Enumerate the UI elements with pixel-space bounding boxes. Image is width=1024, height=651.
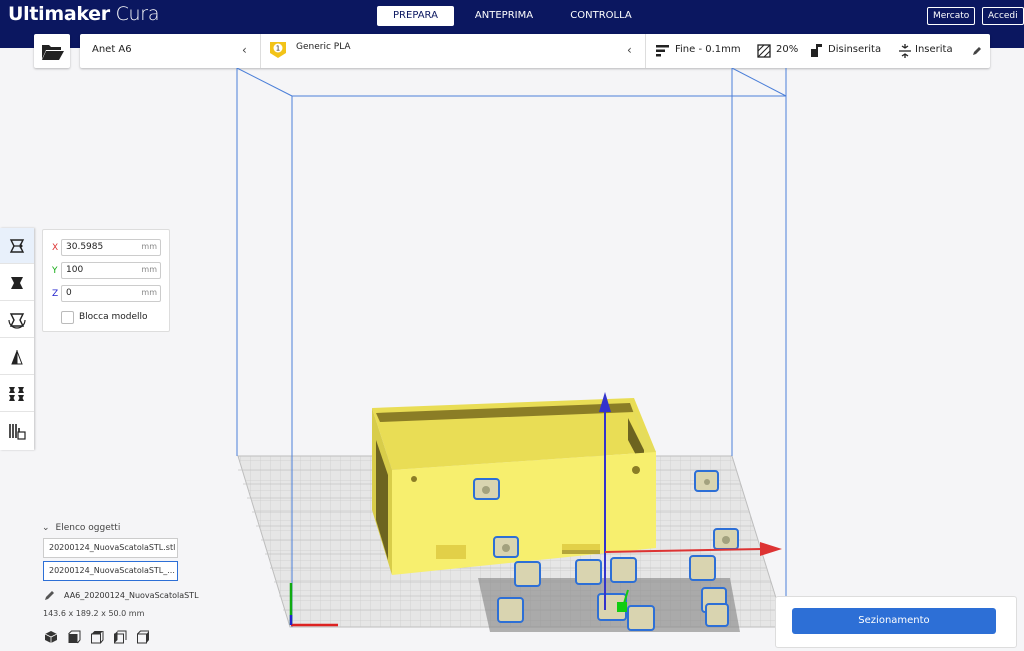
- move-tool[interactable]: [0, 228, 34, 264]
- scene-file-name: AA6_20200124_NuovaScatolaSTL: [64, 591, 199, 600]
- mirror-icon: [11, 349, 23, 364]
- lock-model-label: Blocca modello: [79, 312, 148, 322]
- view-3d-icon[interactable]: [44, 630, 58, 644]
- material-selector[interactable]: Generic PLA: [296, 42, 351, 52]
- slice-button[interactable]: Sezionamento: [792, 608, 996, 634]
- view-top-icon[interactable]: [90, 630, 104, 644]
- y-unit: mm: [141, 265, 157, 274]
- separator: [260, 34, 261, 68]
- z-value: 0: [66, 288, 72, 298]
- extruder-icon: 1: [270, 42, 286, 58]
- per-model-settings-tool[interactable]: [0, 376, 34, 412]
- open-file-button[interactable]: [34, 34, 70, 68]
- per-model-settings-icon: [9, 386, 24, 401]
- object-list-title: Elenco oggetti: [55, 523, 121, 533]
- support-label[interactable]: Disinserita: [828, 44, 881, 55]
- infill-icon: [757, 44, 771, 58]
- printer-chevron-icon[interactable]: ‹: [242, 43, 247, 57]
- print-setup-bar: Anet A6 ‹ 1 Generic PLA ‹ Fine - 0.1mm 2…: [80, 34, 990, 68]
- adhesion-icon: [899, 44, 911, 58]
- rotate-tool[interactable]: [0, 302, 34, 338]
- z-position-input[interactable]: 0 mm: [61, 285, 161, 302]
- printer-selector[interactable]: Anet A6: [92, 44, 132, 55]
- app-logo: Ultimaker Cura: [8, 3, 159, 25]
- y-position-input[interactable]: 100 mm: [61, 262, 161, 279]
- view-left-icon[interactable]: [113, 630, 127, 644]
- profile-label[interactable]: Fine - 0.1mm: [675, 44, 741, 55]
- y-axis-label: Y: [52, 266, 58, 276]
- pencil-icon[interactable]: [972, 46, 982, 56]
- edit-name-icon[interactable]: [44, 590, 55, 601]
- support-blocker-tool[interactable]: [0, 413, 34, 449]
- login-button[interactable]: Accedi: [982, 7, 1024, 25]
- tab-monitor[interactable]: CONTROLLA: [560, 6, 642, 26]
- rotate-icon: [8, 312, 26, 329]
- z-unit: mm: [141, 288, 157, 297]
- profile-icon: [656, 45, 669, 57]
- scene-dimensions: 143.6 x 189.2 x 50.0 mm: [43, 609, 145, 618]
- mirror-tool[interactable]: [0, 339, 34, 375]
- support-blocker-icon: [9, 424, 26, 440]
- move-tool-panel: X 30.5985 mm Y 100 mm Z 0 mm Blocca mode…: [42, 229, 170, 332]
- scale-tool[interactable]: [0, 265, 34, 301]
- lock-model-checkbox[interactable]: [61, 311, 74, 324]
- x-axis-label: X: [52, 243, 59, 253]
- x-unit: mm: [141, 242, 157, 251]
- x-value: 30.5985: [66, 242, 104, 252]
- tab-preview[interactable]: ANTEPRIMA: [464, 6, 544, 26]
- chevron-down-icon: ⌄: [42, 523, 50, 533]
- object-list-header[interactable]: ⌄ Elenco oggetti: [42, 523, 120, 533]
- y-value: 100: [66, 265, 84, 275]
- move-icon: [9, 238, 25, 253]
- view-right-icon[interactable]: [136, 630, 150, 644]
- marketplace-button[interactable]: Mercato: [927, 7, 976, 25]
- adhesion-label[interactable]: Inserita: [915, 44, 953, 55]
- extruder-number: 1: [276, 45, 280, 53]
- logo-brand: Ultimaker: [8, 3, 110, 25]
- material-chevron-icon[interactable]: ‹: [627, 43, 632, 57]
- infill-label[interactable]: 20%: [776, 44, 798, 55]
- scale-icon: [11, 276, 23, 289]
- support-icon: [811, 44, 822, 57]
- z-axis-label: Z: [52, 289, 59, 299]
- logo-product: Cura: [115, 3, 160, 25]
- object-list-item-selected[interactable]: 20200124_NuovaScatolaSTL_...: [43, 561, 178, 581]
- tab-prepare[interactable]: PREPARA: [377, 6, 454, 26]
- view-front-icon[interactable]: [67, 630, 81, 644]
- object-list-item[interactable]: 20200124_NuovaScatolaSTL.stl: [43, 538, 178, 558]
- folder-open-icon: [42, 45, 64, 60]
- slice-panel: Sezionamento: [775, 596, 1017, 648]
- header: Ultimaker Cura PREPARA ANTEPRIMA CONTROL…: [0, 0, 1024, 32]
- tool-toolbar: [0, 228, 34, 450]
- x-position-input[interactable]: 30.5985 mm: [61, 239, 161, 256]
- separator: [645, 34, 646, 68]
